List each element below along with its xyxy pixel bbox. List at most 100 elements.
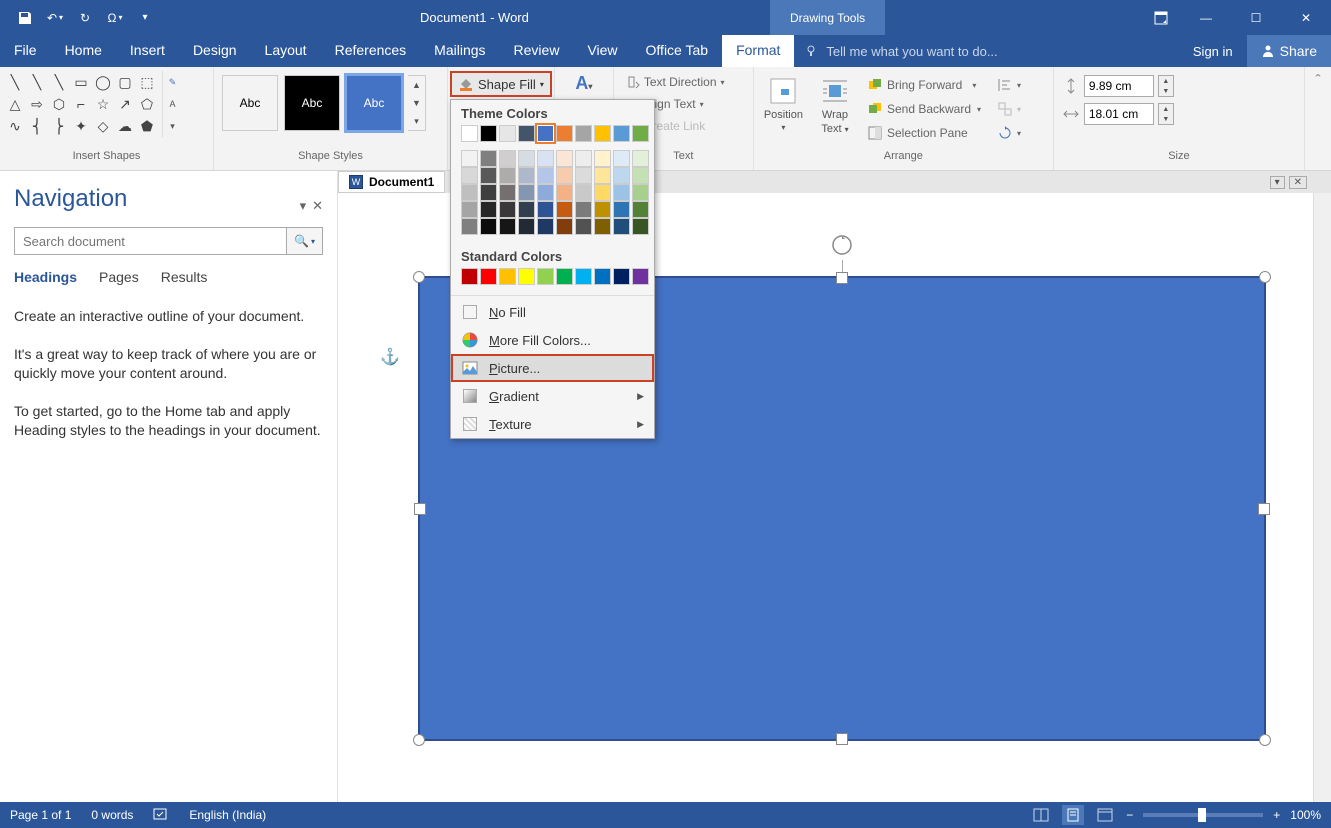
nav-tab-results[interactable]: Results	[161, 269, 208, 285]
group-button[interactable]: ▾	[991, 99, 1027, 119]
color-swatch[interactable]	[594, 268, 611, 285]
width-input[interactable]: 18.01 cm	[1084, 103, 1154, 125]
resize-handle-s[interactable]	[836, 733, 848, 745]
color-swatch[interactable]	[613, 201, 630, 218]
close-button[interactable]: ✕	[1281, 0, 1331, 35]
edit-shape-icon[interactable]: ✎	[163, 71, 182, 93]
color-swatch[interactable]	[518, 184, 535, 201]
color-swatch[interactable]	[461, 167, 478, 184]
color-swatch[interactable]	[518, 150, 535, 167]
color-swatch[interactable]	[499, 268, 516, 285]
resize-handle-w[interactable]	[414, 503, 426, 515]
color-swatch[interactable]	[518, 218, 535, 235]
color-swatch[interactable]	[632, 150, 649, 167]
color-swatch[interactable]	[632, 184, 649, 201]
color-swatch[interactable]	[518, 201, 535, 218]
ribbon-options-icon[interactable]	[1141, 0, 1181, 35]
color-swatch[interactable]	[461, 268, 478, 285]
style-gallery[interactable]: Abc Abc Abc ▲ ▼ ▾	[218, 71, 430, 135]
tabbar-dropdown-icon[interactable]: ▾	[1270, 176, 1285, 189]
more-shapes-icon[interactable]: ▾	[163, 115, 182, 137]
shape-line-icon[interactable]: ╲	[4, 71, 26, 93]
color-swatch[interactable]	[480, 268, 497, 285]
selection-pane-button[interactable]: Selection Pane	[861, 123, 987, 143]
search-input[interactable]	[15, 228, 286, 254]
color-swatch[interactable]	[537, 150, 554, 167]
color-swatch[interactable]	[575, 125, 592, 142]
color-swatch[interactable]	[556, 201, 573, 218]
shape-textbox-icon[interactable]: ⬚	[136, 71, 158, 93]
color-swatch[interactable]	[613, 125, 630, 142]
zoom-out-button[interactable]: −	[1126, 808, 1133, 822]
color-swatch[interactable]	[480, 218, 497, 235]
color-swatch[interactable]	[556, 167, 573, 184]
tab-office-tab[interactable]: Office Tab	[632, 35, 723, 67]
resize-handle-se[interactable]	[1259, 734, 1271, 746]
color-swatch[interactable]	[632, 125, 649, 142]
color-swatch[interactable]	[632, 268, 649, 285]
color-swatch[interactable]	[575, 218, 592, 235]
color-swatch[interactable]	[461, 184, 478, 201]
color-swatch[interactable]	[556, 218, 573, 235]
color-swatch[interactable]	[613, 167, 630, 184]
document-tab[interactable]: W Document1	[338, 171, 445, 193]
qat-omega-button[interactable]: Ω ▾	[100, 3, 130, 33]
color-swatch[interactable]	[594, 201, 611, 218]
shape-line3-icon[interactable]: ╲	[48, 71, 70, 93]
send-backward-button[interactable]: Send Backward▾	[861, 99, 987, 119]
text-direction-button[interactable]: Text Direction▾	[620, 73, 731, 91]
zoom-slider[interactable]	[1143, 813, 1263, 817]
web-layout-icon[interactable]	[1094, 805, 1116, 825]
shape-rect-icon[interactable]: ▭	[70, 71, 92, 93]
print-layout-icon[interactable]	[1062, 805, 1084, 825]
position-button[interactable]: Position▾	[758, 71, 809, 136]
height-spinner[interactable]: ▲▼	[1158, 75, 1174, 97]
shape-curve-icon[interactable]: ∿	[4, 115, 26, 137]
color-swatch[interactable]	[613, 268, 630, 285]
color-swatch[interactable]	[461, 218, 478, 235]
textbox-icon[interactable]: A	[163, 93, 182, 115]
color-swatch[interactable]	[480, 125, 497, 142]
gradient-fill-item[interactable]: Gradient ▶	[451, 382, 654, 410]
resize-handle-ne[interactable]	[1259, 271, 1271, 283]
color-swatch[interactable]	[613, 150, 630, 167]
color-swatch[interactable]	[575, 150, 592, 167]
color-swatch[interactable]	[537, 167, 554, 184]
shape-fill-button[interactable]: Shape Fill ▾	[450, 71, 552, 97]
color-swatch[interactable]	[594, 150, 611, 167]
color-swatch[interactable]	[632, 218, 649, 235]
tabbar-close-icon[interactable]: ✕	[1289, 176, 1307, 189]
style-thumb-2[interactable]: Abc	[284, 75, 340, 131]
color-swatch[interactable]	[613, 218, 630, 235]
color-swatch[interactable]	[556, 184, 573, 201]
resize-handle-n[interactable]	[836, 272, 848, 284]
nav-options-icon[interactable]: ▾	[300, 198, 307, 214]
shape-brace2-icon[interactable]: ⎬	[48, 115, 70, 137]
shape-rrect-icon[interactable]: ▢	[114, 71, 136, 93]
height-input[interactable]: 9.89 cm	[1084, 75, 1154, 97]
shape-brace-icon[interactable]: ⎨	[26, 115, 48, 137]
tab-mailings[interactable]: Mailings	[420, 35, 499, 67]
color-swatch[interactable]	[556, 268, 573, 285]
tab-home[interactable]: Home	[51, 35, 116, 67]
color-swatch[interactable]	[499, 184, 516, 201]
color-swatch[interactable]	[499, 150, 516, 167]
color-swatch[interactable]	[575, 201, 592, 218]
color-swatch[interactable]	[632, 167, 649, 184]
shape-hex-icon[interactable]: ⬡	[48, 93, 70, 115]
color-swatch[interactable]	[499, 167, 516, 184]
color-swatch[interactable]	[499, 125, 516, 142]
anchor-icon[interactable]: ⚓	[380, 347, 400, 367]
minimize-button[interactable]: —	[1181, 0, 1231, 35]
shape-cloud-icon[interactable]: ☁	[114, 115, 136, 137]
nav-close-icon[interactable]: ✕	[312, 198, 323, 214]
search-box[interactable]: 🔍 ▾	[14, 227, 323, 255]
resize-handle-e[interactable]	[1258, 503, 1270, 515]
tab-insert[interactable]: Insert	[116, 35, 179, 67]
text-fill-icon[interactable]: A▾	[575, 73, 592, 94]
tab-review[interactable]: Review	[500, 35, 574, 67]
style-down-icon[interactable]: ▼	[408, 94, 425, 112]
shape-conn-icon[interactable]: ⌐	[70, 93, 92, 115]
color-swatch[interactable]	[537, 201, 554, 218]
shapes-gallery[interactable]: ╲╲╲▭◯▢⬚ △⇨⬡⌐☆↗⬠ ∿⎨⎬✦◇☁⬟	[4, 71, 158, 137]
